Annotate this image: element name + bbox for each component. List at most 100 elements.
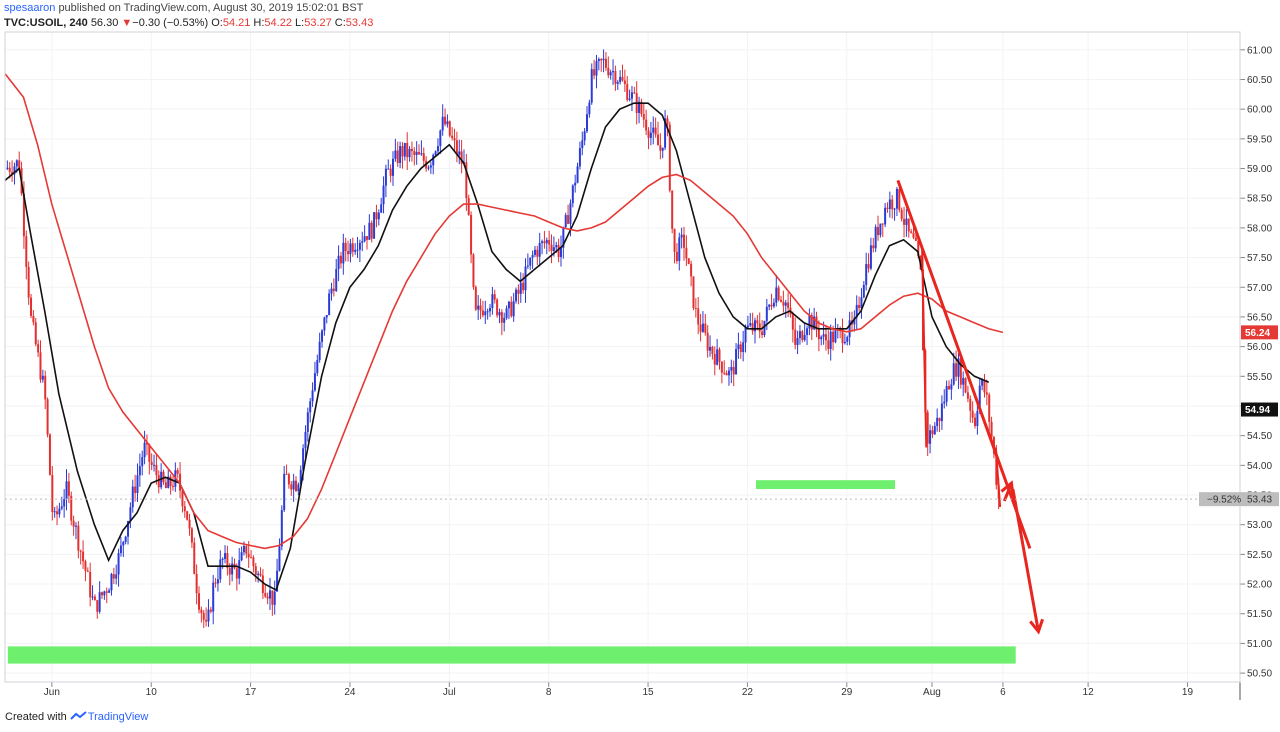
candle-body (131, 486, 134, 508)
candle-body (413, 151, 416, 155)
x-tick-label: 6 (1000, 687, 1006, 698)
y-tick-label: 59.00 (1247, 164, 1272, 175)
candle-body (356, 249, 359, 251)
x-tick-label: Jun (44, 687, 60, 698)
candle-body (559, 247, 562, 257)
candle-body (200, 609, 203, 613)
candle-body (292, 480, 295, 490)
candle-body (493, 294, 496, 300)
candle-body (541, 241, 544, 243)
candle-body (796, 338, 799, 345)
candle-body (697, 308, 700, 325)
candle-body (467, 198, 470, 216)
candle-body (105, 591, 108, 593)
candle-body (985, 392, 988, 395)
candle-body (519, 282, 522, 294)
candle-body (971, 410, 974, 418)
grid (5, 32, 1240, 682)
candle-body (110, 574, 113, 591)
candle-body (361, 241, 364, 243)
candle-body (649, 132, 652, 138)
candle-body (543, 241, 546, 244)
candle-body (666, 118, 669, 125)
candle-body (224, 553, 227, 559)
candle-body (271, 590, 274, 605)
candle-body (103, 591, 106, 596)
candle-body (933, 425, 936, 435)
candle-body (25, 236, 28, 267)
candle-body (709, 346, 712, 351)
price-chart[interactable]: 61.00 60.50 60.00 59.50 59.00 58.50 58.00 57.50… (0, 0, 1280, 732)
candle-body (453, 137, 456, 141)
y-tick-label: 56.50 (1247, 312, 1272, 323)
x-tick-label: 19 (1182, 687, 1194, 698)
candle-body (434, 151, 437, 155)
candle-body (231, 563, 234, 575)
candle-body (58, 508, 61, 515)
candle-body (124, 536, 127, 542)
candle-body (410, 148, 413, 152)
candle-body (782, 301, 785, 306)
candle-body (609, 72, 612, 76)
candle-body (552, 247, 555, 252)
candle-body (536, 249, 539, 257)
candle-body (335, 269, 338, 291)
candle-body (595, 61, 598, 76)
candle-body (893, 208, 896, 210)
candle-body (74, 525, 77, 527)
candle-body (323, 317, 326, 331)
y-tick-label: 59.50 (1247, 134, 1272, 145)
candle-body (531, 255, 534, 258)
candle-body (280, 510, 283, 547)
candle-body (545, 239, 548, 244)
candle-body (701, 323, 704, 332)
candle-body (377, 212, 380, 220)
candle-body (365, 236, 368, 240)
candle-body (446, 121, 449, 125)
candle-body (798, 331, 801, 339)
candle-body (98, 592, 101, 612)
candle-body (834, 330, 837, 343)
candle-body (297, 484, 300, 492)
candle-body (507, 301, 510, 309)
candle-body (396, 150, 399, 164)
candle-body (228, 568, 231, 575)
candle-body (91, 596, 94, 598)
candle-body (806, 328, 809, 336)
x-tick-label: Jul (443, 687, 456, 698)
candle-body (765, 306, 768, 321)
candle-body (39, 352, 42, 380)
candle-body (176, 470, 179, 474)
candle-body (30, 297, 33, 316)
candle-body (749, 323, 752, 326)
candle-body (477, 305, 480, 310)
candle-body (739, 344, 742, 353)
candle-body (164, 482, 167, 489)
candle-body (238, 560, 241, 579)
candle-body (67, 481, 70, 496)
tradingview-logo-icon (70, 711, 87, 720)
candle-body (538, 242, 541, 257)
candle-body (498, 312, 501, 316)
candle-body (936, 417, 939, 426)
candle-body (112, 574, 115, 579)
candle-body (803, 335, 806, 341)
candle-body (751, 323, 754, 332)
candle-body (394, 150, 397, 159)
candle-body (325, 314, 328, 318)
candle-body (309, 401, 312, 413)
candle-body (235, 568, 238, 579)
candle-body (775, 287, 778, 303)
candle-body (328, 293, 331, 315)
candle-body (198, 593, 201, 610)
candle-body (406, 142, 409, 158)
candle-body (737, 344, 740, 350)
candle-body (888, 199, 891, 209)
candle-body (186, 511, 189, 520)
candle-body (188, 519, 191, 529)
y-tick-label: 60.50 (1247, 75, 1272, 86)
tradingview-brand[interactable]: TradingView (88, 711, 149, 723)
candle-body (34, 322, 37, 345)
candle-body (496, 299, 499, 316)
candle-body (512, 301, 515, 317)
